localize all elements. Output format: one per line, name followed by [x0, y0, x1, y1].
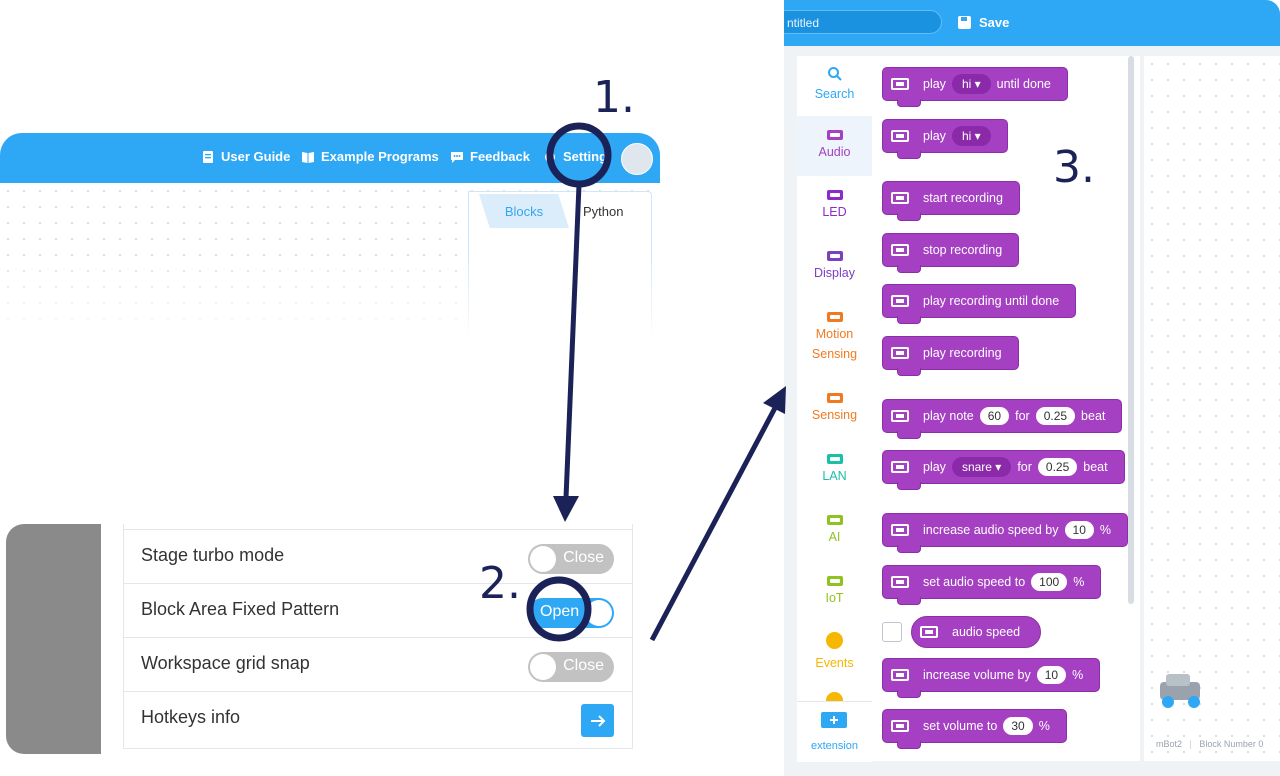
- step-1-label: 1.: [593, 72, 635, 123]
- annotation-arrow-1: [563, 184, 582, 499]
- step-3-label: 3.: [1053, 142, 1095, 193]
- annotation-arrowhead-1: [553, 496, 579, 522]
- highlight-circle-setting: [546, 122, 612, 188]
- annotation-overlay: [526, 122, 786, 642]
- annotation-arrow-2: [649, 406, 778, 642]
- highlight-circle-toggle: [526, 576, 592, 642]
- step-2-label: 2.: [479, 558, 521, 609]
